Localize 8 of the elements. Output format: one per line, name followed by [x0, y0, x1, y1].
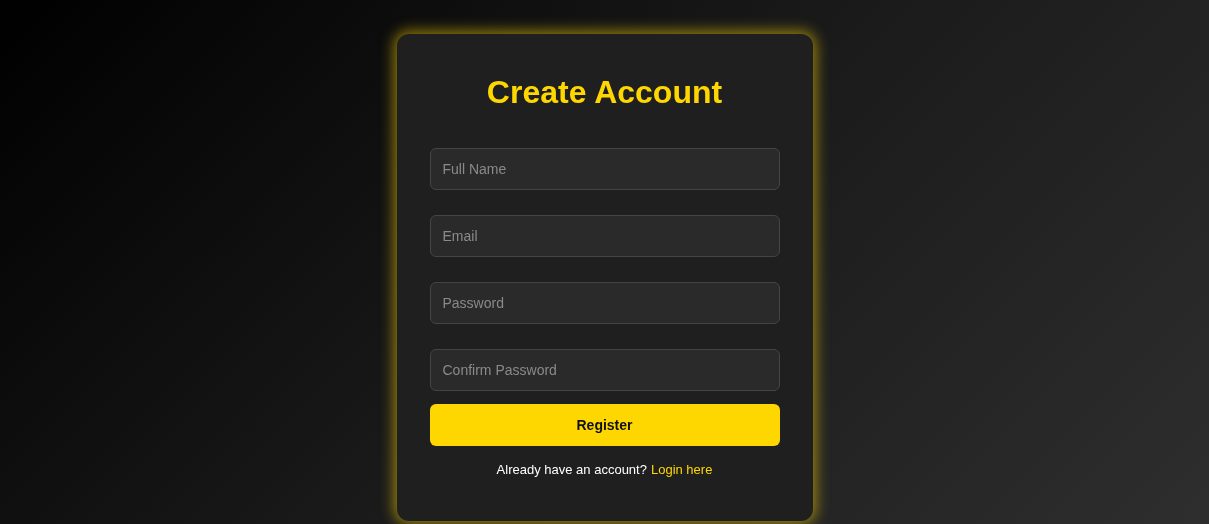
form-title: Create Account: [485, 74, 724, 110]
input-field[interactable]: Full Name: [429, 148, 780, 190]
register-button[interactable]: Register: [429, 404, 780, 446]
input-field[interactable]: Password: [429, 282, 780, 324]
footer-text: Already have an account?: [496, 462, 647, 477]
login-link[interactable]: Login here: [650, 462, 713, 477]
input-field[interactable]: Confirm Password: [429, 349, 780, 391]
input-field[interactable]: Email: [429, 215, 780, 257]
